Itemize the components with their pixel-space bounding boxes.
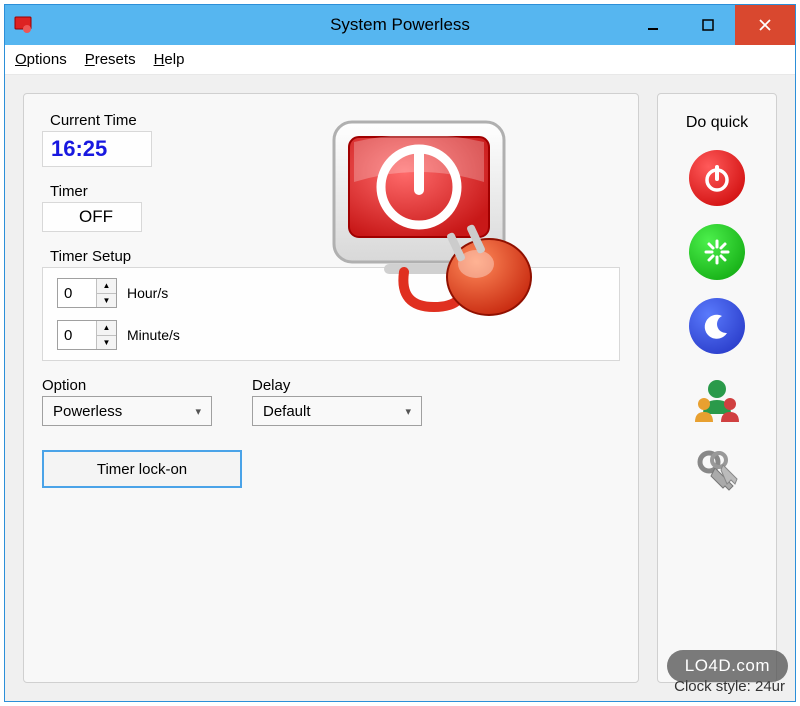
option-label: Option bbox=[42, 377, 212, 394]
main-panel: Current Time 16:25 Timer OFF Timer Setup bbox=[23, 93, 639, 683]
menu-options[interactable]: Options bbox=[15, 51, 67, 68]
menu-help[interactable]: Help bbox=[154, 51, 185, 68]
minutes-down[interactable]: ▼ bbox=[97, 336, 116, 350]
do-quick-panel: Do quick bbox=[657, 93, 777, 683]
hours-up[interactable]: ▲ bbox=[97, 279, 116, 294]
chevron-down-icon: ▾ bbox=[405, 405, 411, 418]
window-controls bbox=[625, 5, 795, 45]
client-area: Current Time 16:25 Timer OFF Timer Setup bbox=[5, 75, 795, 701]
minutes-unit-label: Minute/s bbox=[127, 327, 180, 343]
keys-icon bbox=[691, 448, 743, 500]
quick-restart-button[interactable] bbox=[689, 224, 745, 280]
current-time-value: 16:25 bbox=[51, 136, 107, 161]
do-quick-title: Do quick bbox=[686, 114, 748, 132]
delay-label: Delay bbox=[252, 377, 422, 394]
quick-switch-user-button[interactable] bbox=[689, 372, 745, 428]
timer-lock-on-button[interactable]: Timer lock-on bbox=[42, 450, 242, 488]
minimize-button[interactable] bbox=[625, 5, 680, 45]
users-icon bbox=[691, 374, 743, 426]
close-button[interactable] bbox=[735, 5, 795, 45]
hours-down[interactable]: ▼ bbox=[97, 294, 116, 308]
app-window: System Powerless Options Presets Help Cu… bbox=[4, 4, 796, 702]
maximize-button[interactable] bbox=[680, 5, 735, 45]
quick-lock-button[interactable] bbox=[689, 446, 745, 502]
minutes-spinner[interactable]: ▲ ▼ bbox=[57, 320, 117, 350]
moon-icon bbox=[700, 309, 734, 343]
quick-shutdown-button[interactable] bbox=[689, 150, 745, 206]
app-icon bbox=[13, 15, 33, 35]
titlebar: System Powerless bbox=[5, 5, 795, 45]
hours-unit-label: Hour/s bbox=[127, 285, 168, 301]
delay-group: Delay Default ▾ bbox=[252, 377, 422, 426]
quick-sleep-button[interactable] bbox=[689, 298, 745, 354]
option-value: Powerless bbox=[53, 403, 122, 420]
timer-value: OFF bbox=[51, 205, 133, 228]
menu-presets[interactable]: Presets bbox=[85, 51, 136, 68]
option-select[interactable]: Powerless ▾ bbox=[42, 396, 212, 426]
minutes-input[interactable] bbox=[58, 321, 96, 349]
watermark: LO4D.com bbox=[667, 650, 788, 682]
hours-input[interactable] bbox=[58, 279, 96, 307]
power-icon bbox=[700, 161, 734, 195]
hours-spinner[interactable]: ▲ ▼ bbox=[57, 278, 117, 308]
delay-value: Default bbox=[263, 403, 311, 420]
delay-select[interactable]: Default ▾ bbox=[252, 396, 422, 426]
minutes-up[interactable]: ▲ bbox=[97, 321, 116, 336]
app-logo-icon bbox=[304, 112, 554, 332]
option-group: Option Powerless ▾ bbox=[42, 377, 212, 426]
menubar: Options Presets Help bbox=[5, 45, 795, 75]
chevron-down-icon: ▾ bbox=[195, 405, 201, 418]
restart-icon bbox=[700, 235, 734, 269]
